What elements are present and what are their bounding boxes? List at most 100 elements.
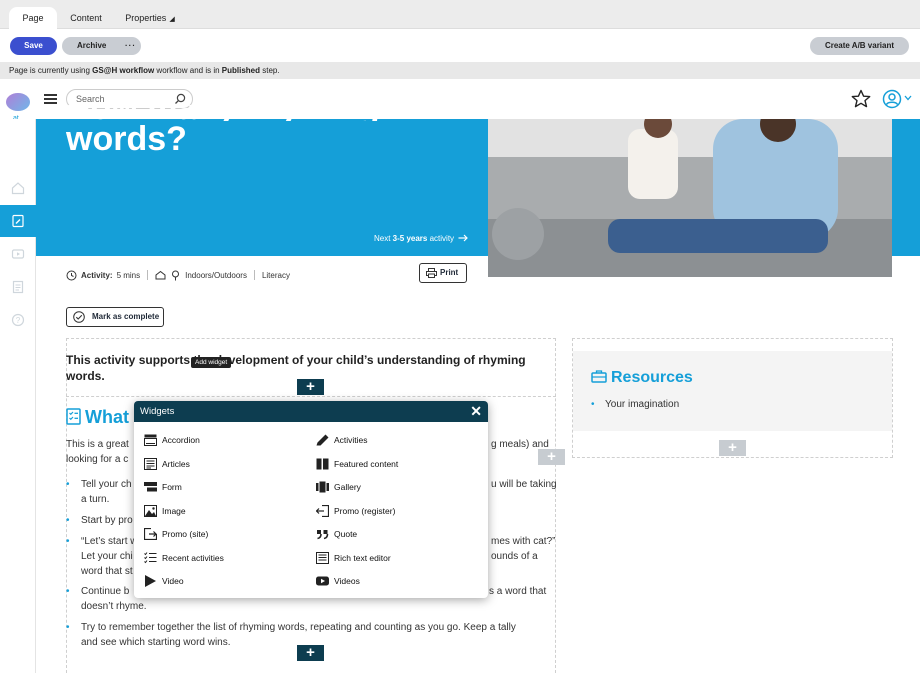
widget-option-label: Videos xyxy=(334,576,360,586)
tab-page[interactable]: Page xyxy=(9,7,57,29)
resources-heading: Resources xyxy=(591,369,693,387)
widget-option-label: Promo (site) xyxy=(162,529,209,539)
widget-zone-divider xyxy=(66,396,556,397)
form-icon xyxy=(144,482,157,492)
tab-label: Content xyxy=(70,13,102,23)
quote-icon xyxy=(317,530,329,540)
widget-option-label: Accordion xyxy=(162,435,200,445)
widget-option-rich-text-editor[interactable]: Rich text editor xyxy=(316,551,476,565)
widget-option-image[interactable]: Image xyxy=(144,504,294,518)
sidebar-item-help[interactable]: ? xyxy=(0,304,36,336)
list-item: Try to remember together the list of rhy… xyxy=(66,620,556,635)
sidebar-item-videos[interactable] xyxy=(0,238,36,270)
caret-up-icon: ◢ xyxy=(169,16,175,23)
activity-location: Indoors/Outdoors xyxy=(185,270,247,280)
widget-option-featured-content[interactable]: Featured content xyxy=(316,457,476,471)
widget-option-label: Recent activities xyxy=(162,553,224,563)
workflow-name: GS@H workflow xyxy=(92,66,155,75)
widget-option-articles[interactable]: Articles xyxy=(144,457,294,471)
user-account-icon[interactable] xyxy=(882,89,902,109)
sidebar-item-articles[interactable] xyxy=(0,271,36,303)
widget-option-label: Quote xyxy=(334,529,358,539)
more-options-icon[interactable]: ··· xyxy=(125,37,136,55)
widget-option-label: Promo (register) xyxy=(334,506,396,516)
widget-option-gallery[interactable]: Gallery xyxy=(316,480,476,494)
home-icon xyxy=(11,182,25,195)
arrow-right-icon xyxy=(458,234,469,242)
widget-option-recent-activities[interactable]: Recent activities xyxy=(144,551,294,565)
widget-option-label: Form xyxy=(162,482,182,492)
widget-option-form[interactable]: Form xyxy=(144,480,294,494)
status-text: workflow and is in xyxy=(154,66,222,75)
list-item-text: Try to remember together the list of rhy… xyxy=(81,622,516,633)
hero-photo xyxy=(488,119,892,277)
section-heading-text: What xyxy=(85,407,129,427)
widget-option-promo-register[interactable]: Promo (register) xyxy=(316,504,476,518)
archive-button[interactable]: Archive ··· xyxy=(62,37,141,55)
tab-content[interactable]: Content xyxy=(60,7,112,29)
recent-activities-icon xyxy=(144,552,157,564)
check-circle-icon xyxy=(73,311,85,323)
activity-duration-label: Activity: xyxy=(81,270,113,280)
add-resource-widget-button[interactable]: + xyxy=(719,440,746,456)
search-input[interactable]: Search xyxy=(76,94,105,104)
list-item-text: a turn. xyxy=(81,494,110,505)
activity-duration-value: 5 mins xyxy=(116,270,141,280)
paragraph-text: looking for a c xyxy=(66,454,129,465)
star-icon[interactable] xyxy=(851,89,871,109)
outdoors-tree-icon xyxy=(172,270,180,280)
widget-option-label: Image xyxy=(162,506,186,516)
hamburger-menu-icon[interactable] xyxy=(44,94,57,104)
logo-bubble-icon xyxy=(6,93,30,111)
add-widget-button[interactable]: + xyxy=(297,379,324,395)
status-text: Page is currently using xyxy=(9,66,93,75)
mark-complete-button[interactable]: Mark as complete xyxy=(66,307,164,327)
create-ab-variant-button[interactable]: Create A/B variant xyxy=(810,37,909,55)
videos-icon xyxy=(316,576,329,586)
tab-label: Page xyxy=(22,13,44,23)
add-zone-button[interactable]: + xyxy=(538,449,565,465)
list-item-text: “Let’s start w xyxy=(81,536,138,547)
video-icon xyxy=(145,575,156,587)
widget-option-quote[interactable]: Quote xyxy=(316,527,476,541)
image-icon xyxy=(144,505,157,517)
widgets-dialog-header: Widgets ✕ xyxy=(134,401,488,422)
widget-option-activities[interactable]: Activities xyxy=(316,433,476,447)
add-widget-button-bottom[interactable]: + xyxy=(297,645,324,661)
next-activity-link[interactable]: Next 3-5 years activity xyxy=(374,234,469,243)
search-icon[interactable] xyxy=(174,93,186,105)
list-item-text: Start by pro xyxy=(81,515,133,526)
clock-icon xyxy=(66,270,77,280)
list-item-text: mes with cat?” xyxy=(491,536,556,547)
close-icon[interactable]: ✕ xyxy=(470,401,482,422)
widget-option-label: Featured content xyxy=(334,459,399,469)
tab-properties[interactable]: Properties ◢ xyxy=(120,7,180,29)
workflow-step: Published xyxy=(221,66,261,75)
list-item-text: and see which starting word wins. xyxy=(81,637,231,648)
print-button[interactable]: Print xyxy=(419,263,467,283)
widget-option-label: Activities xyxy=(334,435,368,445)
list-item-text: Tell your ch xyxy=(81,479,132,490)
widget-option-label: Video xyxy=(162,576,184,586)
widget-option-label: Articles xyxy=(162,459,190,469)
mark-complete-label: Mark as complete xyxy=(92,312,160,321)
video-play-icon xyxy=(11,249,25,259)
checklist-icon xyxy=(66,408,81,425)
widget-option-video[interactable]: Video xyxy=(144,574,294,588)
widget-option-videos[interactable]: Videos xyxy=(316,574,476,588)
chevron-down-icon[interactable] xyxy=(904,95,912,101)
sidebar-item-activities[interactable] xyxy=(0,205,36,237)
page-title-line2: words? xyxy=(66,120,187,157)
widget-option-promo-site[interactable]: Promo (site) xyxy=(144,527,294,541)
activity-topic: Literacy xyxy=(261,270,290,280)
pencil-icon xyxy=(316,434,329,446)
svg-text:?: ? xyxy=(16,316,21,325)
sidebar-item-home[interactable] xyxy=(0,172,36,204)
help-icon: ? xyxy=(11,313,25,327)
next-age: 3-5 years xyxy=(392,234,428,243)
widget-option-accordion[interactable]: Accordion xyxy=(144,433,294,447)
list-item-text: doesn’t rhyme. xyxy=(81,601,147,612)
rich-text-icon xyxy=(316,552,329,564)
list-item-text: Continue b xyxy=(81,586,130,597)
save-button[interactable]: Save xyxy=(10,37,57,55)
